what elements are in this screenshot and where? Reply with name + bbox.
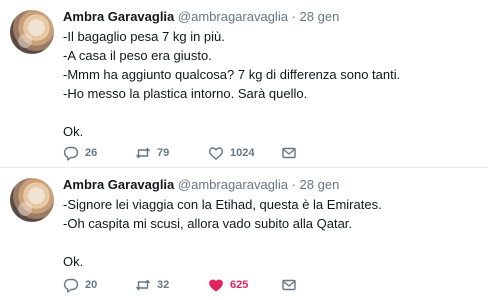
- direct-message-button[interactable]: [281, 145, 297, 161]
- tweet-line: Ok.: [63, 124, 84, 139]
- tweet-date[interactable]: 28 gen: [300, 9, 340, 24]
- tweet-actions: 26 79 1024: [63, 145, 478, 163]
- reply-button[interactable]: 26: [63, 145, 97, 161]
- tweet-line: -Il bagaglio pesa 7 kg in più.: [63, 29, 225, 44]
- heart-outline-icon: [208, 147, 224, 160]
- reply-icon: [63, 278, 79, 293]
- tweet[interactable]: Ambra Garavaglia @ambragaravaglia · 28 g…: [0, 0, 488, 168]
- tweet-content: Ambra Garavaglia @ambragaravaglia · 28 g…: [63, 176, 478, 271]
- tweet-text: -Il bagaglio pesa 7 kg in più. -A casa i…: [63, 27, 478, 141]
- tweet-text: -Signore lei viaggia con la Etihad, ques…: [63, 195, 478, 271]
- envelope-icon: [282, 279, 296, 291]
- reply-button[interactable]: 20: [63, 277, 97, 293]
- retweet-button[interactable]: 32: [135, 277, 169, 293]
- tweet-line: -Oh caspita mi scusi, allora vado subito…: [63, 216, 353, 231]
- author-name[interactable]: Ambra Garavaglia: [63, 9, 174, 24]
- tweet-line: -Signore lei viaggia con la Etihad, ques…: [63, 197, 382, 212]
- reply-icon: [63, 146, 79, 161]
- separator-dot: ·: [291, 177, 296, 192]
- retweet-icon: [135, 147, 151, 159]
- tweet-date[interactable]: 28 gen: [300, 177, 340, 192]
- tweet-content: Ambra Garavaglia @ambragaravaglia · 28 g…: [63, 8, 478, 141]
- like-count: 1024: [230, 147, 255, 159]
- like-button[interactable]: 1024: [208, 145, 254, 161]
- author-name[interactable]: Ambra Garavaglia: [63, 177, 174, 192]
- line-break: [63, 103, 478, 122]
- tweet-line: -Mmm ha aggiunto qualcosa? 7 kg di diffe…: [63, 67, 401, 82]
- tweet-line: Ok.: [63, 254, 84, 269]
- tweet-line: -A casa il peso era giusto.: [63, 48, 212, 63]
- heart-filled-icon: [209, 279, 223, 292]
- separator-dot: ·: [291, 9, 296, 24]
- author-handle[interactable]: @ambragaravaglia: [178, 177, 288, 192]
- line-break: [63, 233, 478, 252]
- direct-message-button[interactable]: [281, 277, 297, 293]
- reply-count: 26: [85, 147, 98, 159]
- retweet-count: 32: [157, 279, 170, 291]
- tweet-line: -Ho messo la plastica intorno. Sarà quel…: [63, 86, 308, 101]
- tweet[interactable]: Ambra Garavaglia @ambragaravaglia · 28 g…: [0, 168, 488, 300]
- envelope-icon: [282, 147, 296, 159]
- avatar[interactable]: [10, 10, 54, 54]
- like-count: 625: [230, 279, 249, 291]
- author-handle[interactable]: @ambragaravaglia: [178, 9, 288, 24]
- avatar[interactable]: [10, 178, 54, 222]
- retweet-button[interactable]: 79: [135, 145, 169, 161]
- tweet-actions: 20 32 625: [63, 277, 478, 295]
- tweet-header: Ambra Garavaglia @ambragaravaglia · 28 g…: [63, 176, 478, 194]
- retweet-icon: [135, 279, 151, 291]
- like-button[interactable]: 625: [208, 277, 248, 293]
- reply-count: 20: [85, 279, 98, 291]
- retweet-count: 79: [157, 147, 170, 159]
- tweet-header: Ambra Garavaglia @ambragaravaglia · 28 g…: [63, 8, 478, 26]
